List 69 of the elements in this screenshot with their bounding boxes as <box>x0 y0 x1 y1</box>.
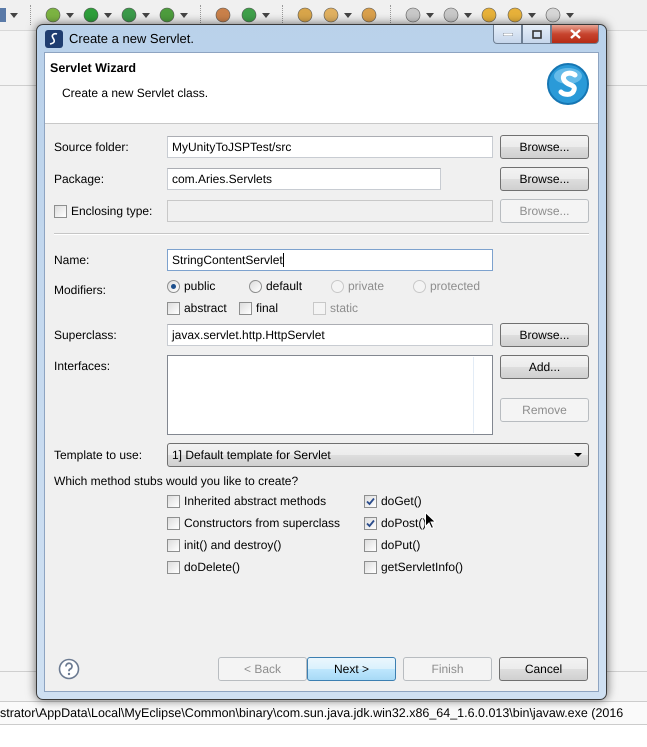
field-label: Package: <box>54 172 106 186</box>
dropdown-caret-icon[interactable] <box>142 12 150 18</box>
stub-option[interactable]: doPost() <box>364 516 589 530</box>
checkbox[interactable] <box>364 560 377 574</box>
dropdown-caret-icon[interactable] <box>66 12 74 18</box>
checkbox-option[interactable]: final <box>239 301 313 315</box>
dropdown-caret-icon[interactable] <box>104 12 112 18</box>
checkbox[interactable] <box>239 302 252 314</box>
dialog-button[interactable]: Browse... <box>500 323 589 347</box>
dropdown-caret-icon[interactable] <box>426 12 434 18</box>
field-label: Name: <box>54 253 90 267</box>
stub-option[interactable]: Inherited abstract methods <box>167 494 364 508</box>
template-dropdown[interactable]: 1] Default template for Servlet <box>167 443 589 467</box>
dialog-button[interactable]: Next > <box>307 657 396 681</box>
checkbox[interactable] <box>364 538 377 552</box>
field-label: Source folder: <box>54 140 130 154</box>
radio-button[interactable] <box>249 280 262 292</box>
radio-option[interactable]: default <box>249 279 331 293</box>
field-label: Interfaces: <box>54 358 112 373</box>
minimize-button[interactable] <box>493 25 522 44</box>
text-field[interactable]: javax.servlet.http.HttpServlet <box>167 324 493 346</box>
maximize-icon <box>532 30 542 38</box>
servlet-badge-icon <box>546 62 590 108</box>
text-field[interactable]: MyUnityToJSPTest/src <box>167 136 493 158</box>
help-icon[interactable] <box>58 658 80 680</box>
interfaces-list[interactable] <box>167 355 493 435</box>
text-field[interactable]: StringContentServlet <box>167 249 493 271</box>
dropdown-caret-icon[interactable] <box>566 12 574 18</box>
field-label: Template to use: <box>54 448 144 462</box>
window-title: Create a new Servlet. <box>69 31 194 46</box>
text-field[interactable]: com.Aries.Servlets <box>167 168 441 190</box>
stub-option[interactable]: doGet() <box>364 494 589 508</box>
checkbox-option[interactable]: abstract <box>167 301 239 315</box>
radio-option[interactable]: public <box>167 279 249 293</box>
checkbox[interactable] <box>167 560 180 574</box>
dialog-button[interactable]: Cancel <box>499 657 588 681</box>
checkbox[interactable] <box>364 516 377 530</box>
stub-option[interactable]: doDelete() <box>167 560 364 574</box>
close-icon <box>570 29 580 39</box>
checkbox[interactable] <box>167 538 180 552</box>
mouse-pointer-icon <box>425 512 436 529</box>
checkbox[interactable] <box>167 494 180 508</box>
checkbox[interactable] <box>364 494 377 508</box>
console-path-text: strator\AppData\Local\MyEclipse\Common\binary\com.sun.java.jdk.win32.x86_64_1.6.0.013\bin\javaw.exe (2016 <box>0 702 647 725</box>
radio-button[interactable] <box>167 280 180 292</box>
stub-option[interactable]: doPut() <box>364 538 589 552</box>
wizard-description: Create a new Servlet class. <box>62 86 208 100</box>
field-label: Modifiers: <box>54 282 108 297</box>
stub-option[interactable]: getServletInfo() <box>364 560 589 574</box>
stub-option[interactable]: Constructors from superclass <box>167 516 364 530</box>
dropdown-caret-icon[interactable] <box>180 12 188 18</box>
wizard-title: Servlet Wizard <box>50 61 138 75</box>
stub-option[interactable]: init() and destroy() <box>167 538 364 552</box>
checkbox[interactable] <box>167 516 180 530</box>
dropdown-caret-icon[interactable] <box>528 12 536 18</box>
dialog-button[interactable]: Browse... <box>500 167 589 191</box>
dropdown-caret-icon <box>574 453 582 457</box>
servlet-logo-icon <box>45 30 63 48</box>
dropdown-caret-icon[interactable] <box>464 12 472 18</box>
dialog-button[interactable]: Add... <box>500 355 589 379</box>
dropdown-caret-icon[interactable] <box>344 12 352 18</box>
dialog-button[interactable]: Browse... <box>500 135 589 159</box>
field-label: Superclass: <box>54 328 118 342</box>
checkbox[interactable] <box>167 302 180 314</box>
stubs-question: Which method stubs would you like to create? <box>54 474 300 488</box>
dropdown-caret-icon[interactable] <box>10 12 18 18</box>
maximize-button[interactable] <box>522 25 551 44</box>
close-button[interactable] <box>551 25 599 44</box>
dropdown-caret-icon[interactable] <box>262 12 270 18</box>
